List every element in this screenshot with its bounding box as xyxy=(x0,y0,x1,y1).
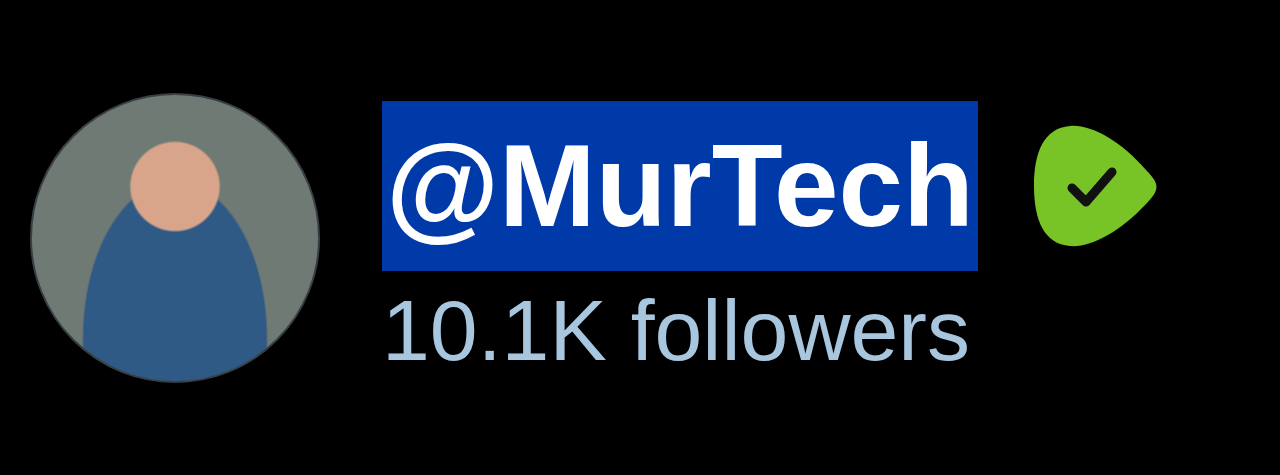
handle-row: @MurTech xyxy=(382,101,1162,271)
verified-badge-icon xyxy=(1030,120,1162,252)
avatar-photo[interactable] xyxy=(30,93,320,383)
profile-info: @MurTech10.1K followers xyxy=(382,91,1162,385)
handle-text[interactable]: @MurTech xyxy=(382,101,978,271)
followers-count[interactable]: 10.1K followers xyxy=(382,275,1162,385)
